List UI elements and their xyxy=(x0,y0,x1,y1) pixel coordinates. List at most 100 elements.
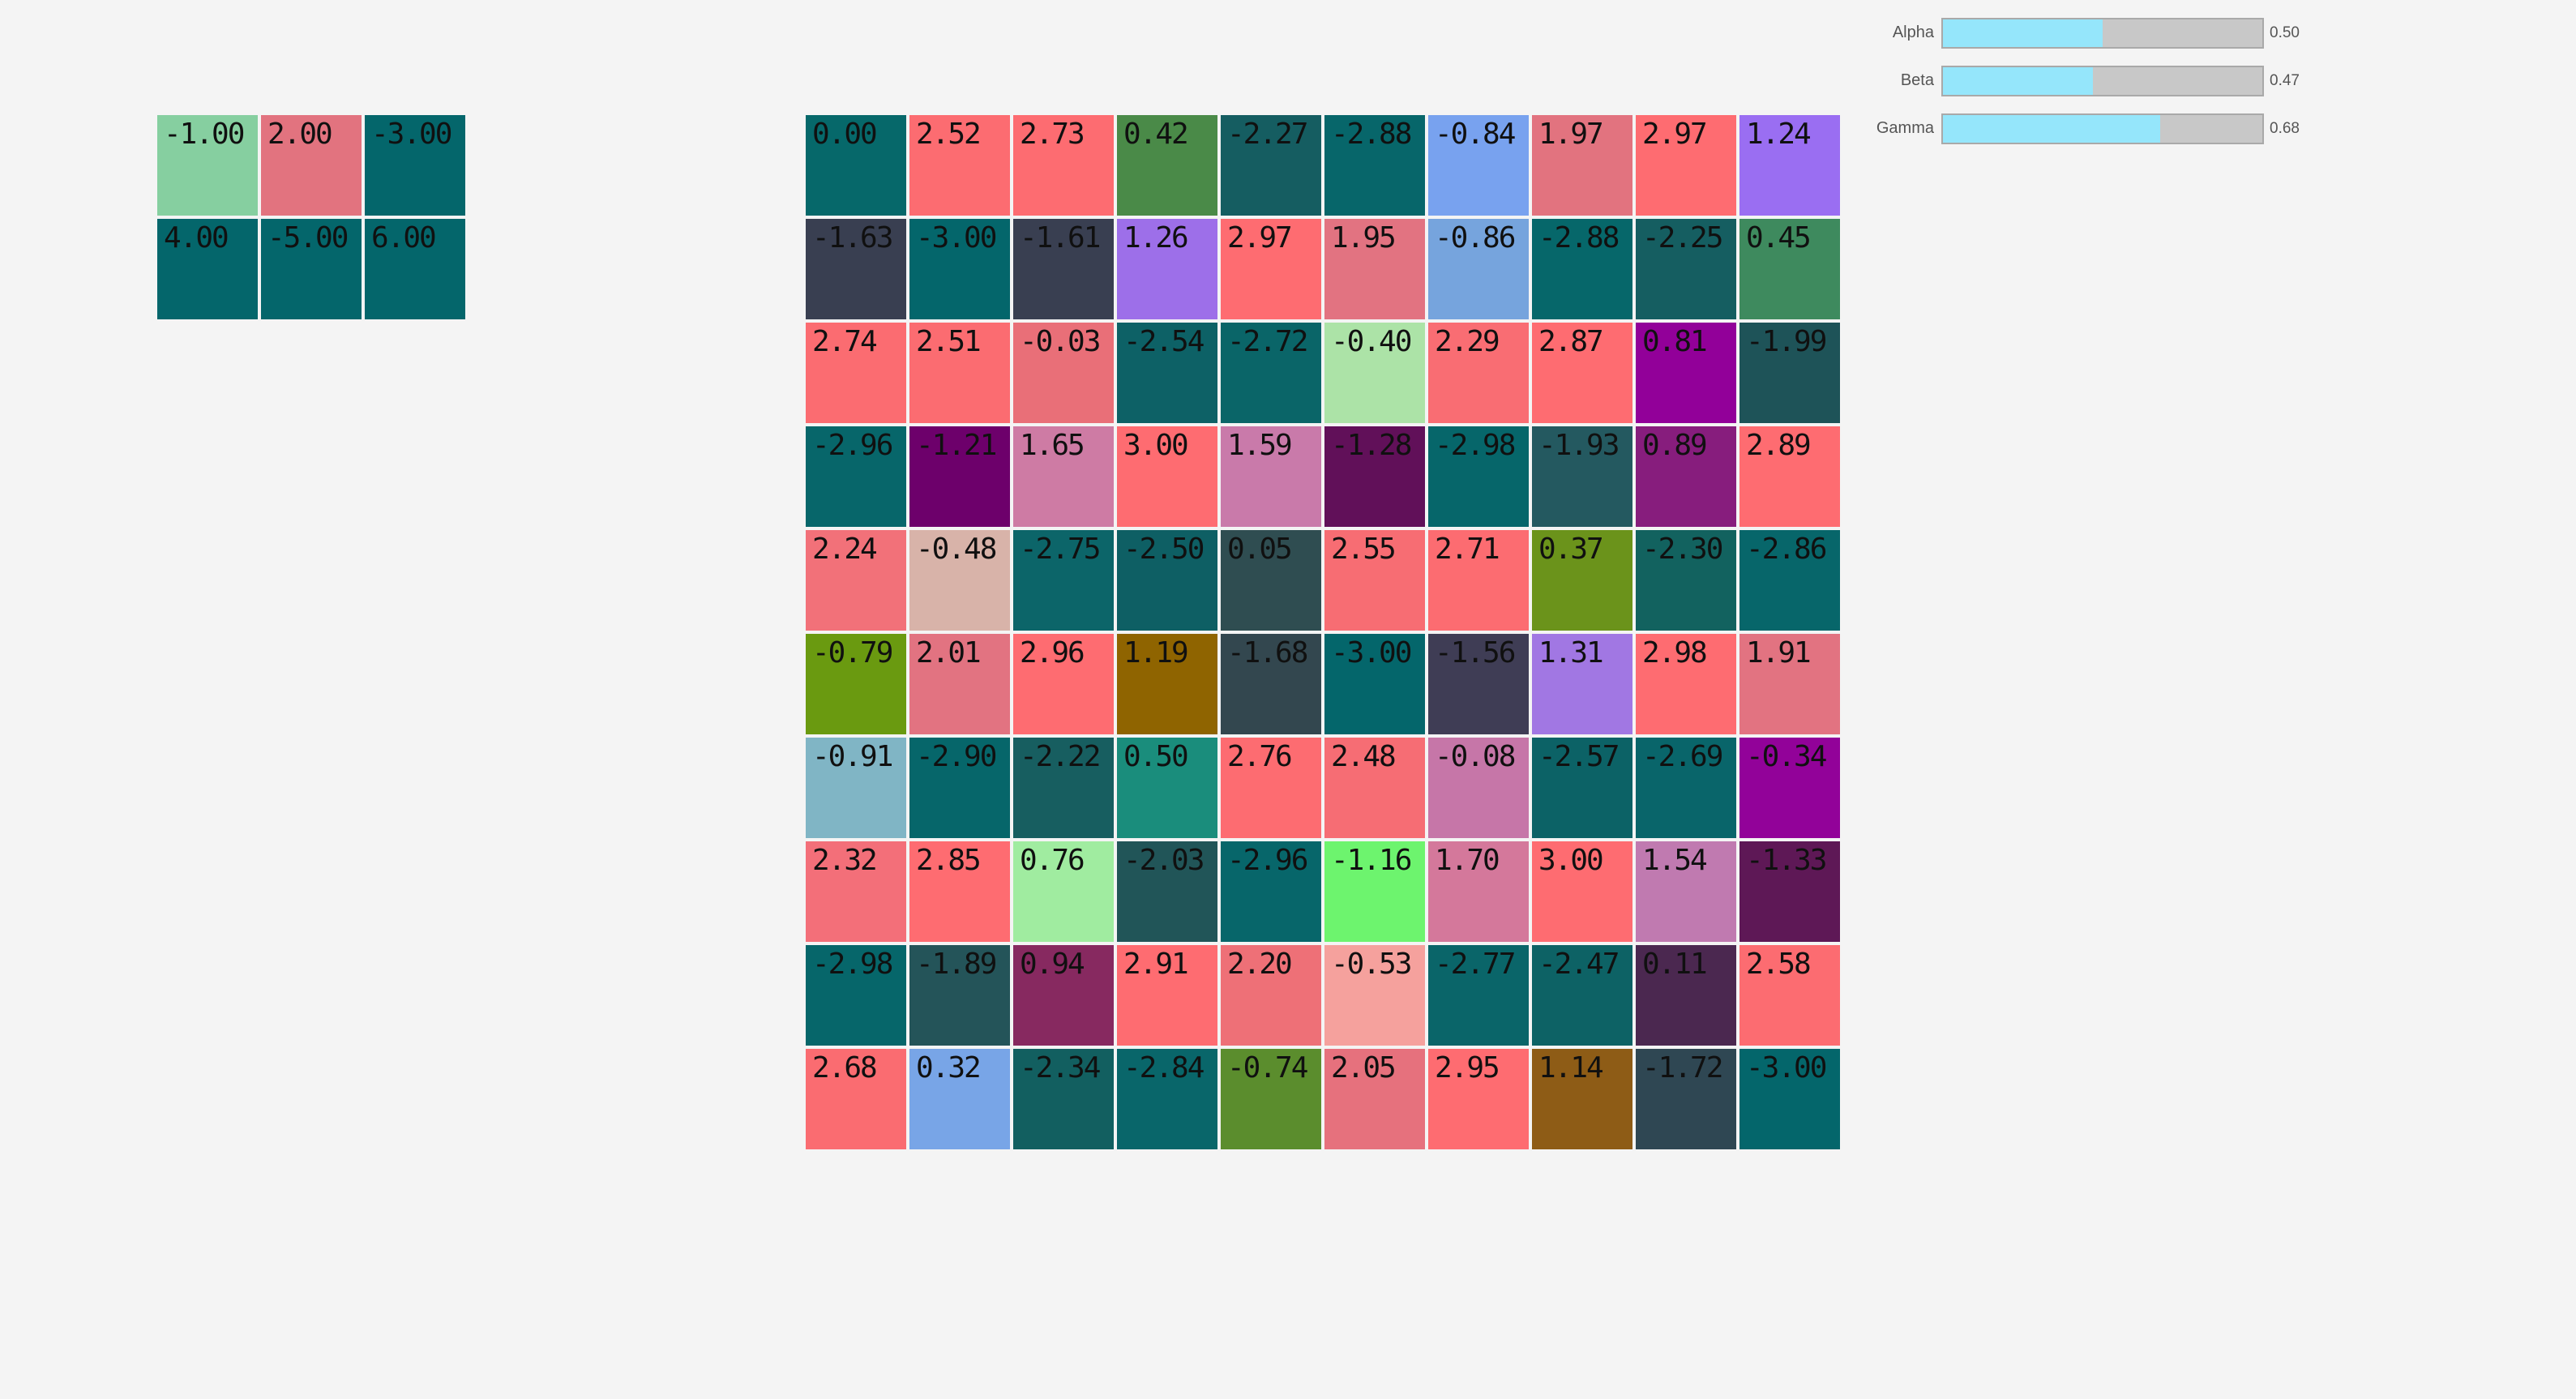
big-matrix-cell-r7-c5: -1.16 xyxy=(1324,841,1425,942)
alpha-slider-label: Alpha xyxy=(1892,24,1934,41)
beta-slider[interactable] xyxy=(1941,66,2264,96)
big-matrix-cell-r5-c3: 1.19 xyxy=(1117,634,1217,734)
big-matrix-cell-r8-c5: -0.53 xyxy=(1324,945,1425,1046)
big-matrix-cell-r9-c9: -3.00 xyxy=(1739,1049,1840,1149)
big-matrix-cell-r5-c6: -1.56 xyxy=(1428,634,1529,734)
big-matrix-cell-r4-c0: 2.24 xyxy=(806,530,906,631)
big-matrix-cell-r8-c7: -2.47 xyxy=(1532,945,1632,1046)
big-matrix-cell-r5-c9: 1.91 xyxy=(1739,634,1840,734)
big-matrix-cell-r6-c4: 2.76 xyxy=(1221,738,1321,838)
big-matrix-cell-r2-c1: 2.51 xyxy=(909,323,1010,423)
big-matrix-cell-r4-c8: -2.30 xyxy=(1636,530,1736,631)
big-matrix-cell-r9-c1: 0.32 xyxy=(909,1049,1010,1149)
big-matrix-cell-r5-c2: 2.96 xyxy=(1013,634,1114,734)
alpha-slider-value: 0.50 xyxy=(2270,24,2300,41)
gamma-slider-value: 0.68 xyxy=(2270,120,2300,137)
big-matrix-cell-r6-c3: 0.50 xyxy=(1117,738,1217,838)
big-matrix-cell-r0-c4: -2.27 xyxy=(1221,115,1321,216)
big-matrix-cell-r0-c1: 2.52 xyxy=(909,115,1010,216)
big-matrix-cell-r3-c2: 1.65 xyxy=(1013,426,1114,527)
big-matrix-cell-r4-c2: -2.75 xyxy=(1013,530,1114,631)
big-matrix-cell-r8-c2: 0.94 xyxy=(1013,945,1114,1046)
big-matrix-cell-r8-c9: 2.58 xyxy=(1739,945,1840,1046)
gamma-slider-fill xyxy=(1943,115,2160,143)
big-matrix-cell-r0-c7: 1.97 xyxy=(1532,115,1632,216)
big-matrix-cell-r2-c4: -2.72 xyxy=(1221,323,1321,423)
big-matrix-cell-r0-c5: -2.88 xyxy=(1324,115,1425,216)
small-matrix-cell-r0-c2: -3.00 xyxy=(365,115,465,216)
big-matrix-cell-r1-c8: -2.25 xyxy=(1636,219,1736,319)
big-matrix-cell-r7-c6: 1.70 xyxy=(1428,841,1529,942)
big-matrix-cell-r6-c2: -2.22 xyxy=(1013,738,1114,838)
big-matrix-cell-r3-c5: -1.28 xyxy=(1324,426,1425,527)
big-matrix-cell-r1-c7: -2.88 xyxy=(1532,219,1632,319)
big-matrix-cell-r2-c5: -0.40 xyxy=(1324,323,1425,423)
big-matrix-cell-r0-c0: 0.00 xyxy=(806,115,906,216)
big-matrix-cell-r7-c1: 2.85 xyxy=(909,841,1010,942)
big-matrix-cell-r3-c9: 2.89 xyxy=(1739,426,1840,527)
big-matrix-cell-r7-c8: 1.54 xyxy=(1636,841,1736,942)
alpha-slider[interactable] xyxy=(1941,18,2264,49)
big-matrix-cell-r8-c3: 2.91 xyxy=(1117,945,1217,1046)
big-matrix-cell-r9-c7: 1.14 xyxy=(1532,1049,1632,1149)
small-matrix-cell-r1-c2: 6.00 xyxy=(365,219,465,319)
big-matrix-cell-r8-c1: -1.89 xyxy=(909,945,1010,1046)
big-matrix-cell-r0-c6: -0.84 xyxy=(1428,115,1529,216)
big-matrix-cell-r0-c8: 2.97 xyxy=(1636,115,1736,216)
big-matrix-cell-r5-c0: -0.79 xyxy=(806,634,906,734)
big-matrix-cell-r9-c5: 2.05 xyxy=(1324,1049,1425,1149)
big-matrix-cell-r9-c3: -2.84 xyxy=(1117,1049,1217,1149)
big-matrix-cell-r3-c0: -2.96 xyxy=(806,426,906,527)
big-matrix-cell-r9-c8: -1.72 xyxy=(1636,1049,1736,1149)
small-matrix-cell-r0-c0: -1.00 xyxy=(157,115,258,216)
top-clipped-text xyxy=(211,0,600,3)
big-matrix-cell-r5-c5: -3.00 xyxy=(1324,634,1425,734)
beta-slider-label: Beta xyxy=(1900,71,1934,89)
big-matrix-cell-r9-c2: -2.34 xyxy=(1013,1049,1114,1149)
big-matrix-cell-r3-c8: 0.89 xyxy=(1636,426,1736,527)
big-matrix-cell-r7-c9: -1.33 xyxy=(1739,841,1840,942)
big-matrix-cell-r9-c6: 2.95 xyxy=(1428,1049,1529,1149)
big-matrix-cell-r3-c3: 3.00 xyxy=(1117,426,1217,527)
big-matrix-cell-r5-c1: 2.01 xyxy=(909,634,1010,734)
alpha-slider-fill xyxy=(1943,19,2103,47)
small-matrix-cell-r1-c1: -5.00 xyxy=(261,219,362,319)
big-matrix-cell-r6-c0: -0.91 xyxy=(806,738,906,838)
big-matrix-cell-r7-c2: 0.76 xyxy=(1013,841,1114,942)
big-matrix-cell-r9-c4: -0.74 xyxy=(1221,1049,1321,1149)
big-matrix-cell-r6-c6: -0.08 xyxy=(1428,738,1529,838)
big-matrix-cell-r8-c6: -2.77 xyxy=(1428,945,1529,1046)
beta-slider-value: 0.47 xyxy=(2270,72,2300,89)
big-matrix-cell-r2-c3: -2.54 xyxy=(1117,323,1217,423)
big-matrix-cell-r1-c0: -1.63 xyxy=(806,219,906,319)
big-matrix-cell-r1-c1: -3.00 xyxy=(909,219,1010,319)
big-matrix-cell-r4-c3: -2.50 xyxy=(1117,530,1217,631)
big-matrix-cell-r8-c4: 2.20 xyxy=(1221,945,1321,1046)
big-matrix-cell-r2-c9: -1.99 xyxy=(1739,323,1840,423)
small-matrix-cell-r1-c0: 4.00 xyxy=(157,219,258,319)
big-matrix-cell-r1-c9: 0.45 xyxy=(1739,219,1840,319)
big-matrix-cell-r9-c0: 2.68 xyxy=(806,1049,906,1149)
big-matrix-cell-r4-c5: 2.55 xyxy=(1324,530,1425,631)
big-matrix-cell-r7-c7: 3.00 xyxy=(1532,841,1632,942)
big-matrix-cell-r7-c0: 2.32 xyxy=(806,841,906,942)
big-matrix-cell-r4-c9: -2.86 xyxy=(1739,530,1840,631)
gamma-slider-label: Gamma xyxy=(1876,119,1934,137)
big-matrix-cell-r1-c4: 2.97 xyxy=(1221,219,1321,319)
big-matrix-cell-r8-c0: -2.98 xyxy=(806,945,906,1046)
big-matrix-cell-r2-c2: -0.03 xyxy=(1013,323,1114,423)
small-matrix-cell-r0-c1: 2.00 xyxy=(261,115,362,216)
big-matrix-cell-r7-c3: -2.03 xyxy=(1117,841,1217,942)
gamma-slider[interactable] xyxy=(1941,113,2264,144)
big-matrix-cell-r3-c4: 1.59 xyxy=(1221,426,1321,527)
big-matrix-cell-r6-c9: -0.34 xyxy=(1739,738,1840,838)
big-matrix-cell-r5-c7: 1.31 xyxy=(1532,634,1632,734)
big-matrix-cell-r4-c4: 0.05 xyxy=(1221,530,1321,631)
big-matrix-cell-r4-c6: 2.71 xyxy=(1428,530,1529,631)
big-matrix-cell-r2-c7: 2.87 xyxy=(1532,323,1632,423)
big-matrix-cell-r7-c4: -2.96 xyxy=(1221,841,1321,942)
big-matrix-cell-r1-c3: 1.26 xyxy=(1117,219,1217,319)
big-matrix-cell-r3-c6: -2.98 xyxy=(1428,426,1529,527)
big-matrix-cell-r5-c8: 2.98 xyxy=(1636,634,1736,734)
big-matrix-cell-r6-c1: -2.90 xyxy=(909,738,1010,838)
